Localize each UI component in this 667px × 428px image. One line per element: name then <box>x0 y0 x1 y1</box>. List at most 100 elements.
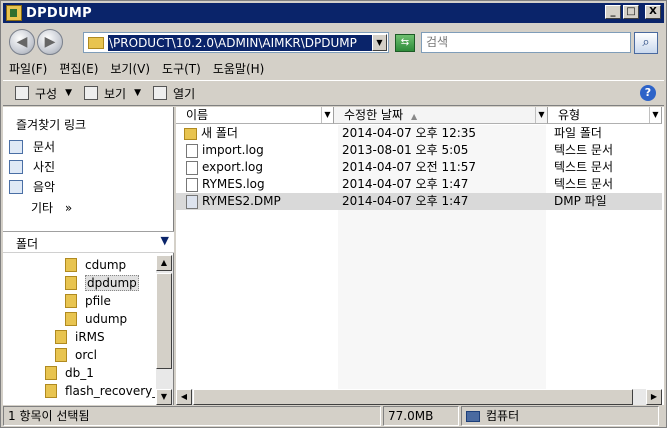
pictures-icon <box>9 159 23 174</box>
organize-label: 구성 <box>35 86 58 101</box>
file-row-selected[interactable]: RYMES2.DMP 2014-04-07 오후 1:47 DMP 파일 <box>176 193 662 210</box>
address-bar[interactable]: \PRODUCT\10.2.0\ADMIN\AIMKR\DPDUMP ▼ <box>83 32 389 53</box>
chevron-down-icon[interactable]: ▼ <box>649 107 661 123</box>
file-list-pane: 이름 ▼ 수정한 날짜 ▲ ▼ 유형 ▼ 새 폴더 2014-04-07 오후 12:3… <box>176 107 664 405</box>
folder-icon <box>65 293 77 308</box>
status-size: 77.0MB <box>383 406 459 426</box>
address-dropdown-button[interactable]: ▼ <box>372 34 387 51</box>
minimize-button[interactable]: _ <box>605 5 621 19</box>
tree-item-db1[interactable]: db_1 <box>45 364 94 381</box>
open-label: 열기 <box>173 86 196 101</box>
dmp-file-icon <box>186 194 198 209</box>
favorites-title: 즐겨찾기 링크 <box>16 118 87 132</box>
folder-icon <box>88 36 104 49</box>
file-row[interactable]: RYMES.log 2014-04-07 오후 1:47 텍스트 문서 <box>176 176 662 193</box>
chevron-down-icon[interactable]: ▼ <box>321 107 333 123</box>
menu-tools[interactable]: 도구(T) <box>156 59 207 79</box>
folder-icon <box>65 257 77 272</box>
file-row[interactable]: 새 폴더 2014-04-07 오후 12:35 파일 폴더 <box>176 125 662 142</box>
favorite-label: 사진 <box>33 160 56 174</box>
scroll-left-button[interactable]: ◀ <box>176 389 192 405</box>
tree-item-irms[interactable]: iRMS <box>55 328 105 345</box>
search-button[interactable]: ⌕ <box>634 32 658 54</box>
help-button[interactable]: ? <box>640 85 656 101</box>
explorer-window: DPDUMP _ □ X ◀ ▶ \PRODUCT\10.2.0\ADMIN\A… <box>0 0 667 428</box>
status-location: 컴퓨터 <box>486 409 520 423</box>
status-bar: 1 항목이 선택됨 77.0MB 컴퓨터 <box>3 406 664 426</box>
folder-tree: cdump dpdump pfile udump iRMS orcl db_1 … <box>3 254 155 404</box>
maximize-button[interactable]: □ <box>623 5 639 19</box>
scroll-right-button[interactable]: ▶ <box>646 389 662 405</box>
views-button[interactable]: 보기 ▼ <box>78 82 147 104</box>
folder-app-icon <box>6 5 22 21</box>
open-icon <box>153 86 168 100</box>
views-icon <box>84 86 99 100</box>
folder-icon <box>45 365 57 380</box>
window-title: DPDUMP <box>26 5 92 21</box>
column-header-type[interactable]: 유형 ▼ <box>548 107 662 124</box>
double-chevron-icon: » <box>64 201 73 215</box>
menu-edit[interactable]: 편집(E) <box>53 59 104 79</box>
file-row[interactable]: export.log 2014-04-07 오전 11:57 텍스트 문서 <box>176 159 662 176</box>
folder-icon <box>65 311 77 326</box>
scroll-down-button[interactable]: ▼ <box>156 389 172 405</box>
tree-item-orcl[interactable]: orcl <box>55 346 97 363</box>
open-button[interactable]: 열기 <box>147 82 201 104</box>
documents-icon <box>9 139 23 154</box>
scroll-thumb[interactable] <box>193 389 633 405</box>
address-path[interactable]: \PRODUCT\10.2.0\ADMIN\AIMKR\DPDUMP <box>108 34 374 51</box>
scroll-thumb[interactable] <box>156 273 172 369</box>
navigation-pane: 즐겨찾기 링크 문서 사진 음악 기타 » 폴더 ▼ cdump dpdump … <box>3 107 174 405</box>
folder-icon <box>184 127 197 140</box>
chevron-down-icon: ▼ <box>134 88 142 98</box>
chevron-down-icon: ▼ <box>160 234 169 247</box>
favorite-documents[interactable]: 문서 <box>9 138 55 155</box>
tree-item-pfile[interactable]: pfile <box>65 292 111 309</box>
close-button[interactable]: X <box>645 5 661 19</box>
favorite-label: 음악 <box>33 180 56 194</box>
file-row[interactable]: import.log 2013-08-01 오후 5:05 텍스트 문서 <box>176 142 662 159</box>
tree-item-cdump[interactable]: cdump <box>65 256 126 273</box>
menu-file[interactable]: 파일(F) <box>3 59 53 79</box>
title-bar[interactable]: DPDUMP _ □ X <box>3 3 664 23</box>
forward-button[interactable]: ▶ <box>37 29 63 55</box>
menu-view[interactable]: 보기(V) <box>104 59 156 79</box>
address-row: ◀ ▶ \PRODUCT\10.2.0\ADMIN\AIMKR\DPDUMP ▼… <box>3 24 664 58</box>
folder-icon <box>45 383 57 398</box>
organize-icon <box>15 86 29 100</box>
folders-header[interactable]: 폴더 ▼ <box>3 231 174 253</box>
folder-icon <box>65 275 77 290</box>
tree-item-udump[interactable]: udump <box>65 310 127 327</box>
favorites-more-button[interactable]: 기타 » <box>31 199 72 216</box>
tree-item-flash-recovery[interactable]: flash_recovery_a <box>45 382 155 399</box>
forward-arrow-icon: ▶ <box>44 34 56 50</box>
search-input[interactable]: 검색 <box>421 32 631 53</box>
chevron-down-icon: ▼ <box>65 88 73 98</box>
file-icon <box>186 143 198 158</box>
back-button[interactable]: ◀ <box>9 29 35 55</box>
sort-ascending-icon: ▲ <box>411 112 418 121</box>
folder-icon <box>55 329 67 344</box>
file-list-hscrollbar[interactable]: ◀ ▶ <box>176 389 662 405</box>
organize-button[interactable]: 구성 ▼ <box>9 82 78 104</box>
menu-help[interactable]: 도움말(H) <box>207 59 271 79</box>
column-header-name[interactable]: 이름 ▼ <box>176 107 334 124</box>
scroll-up-button[interactable]: ▲ <box>156 255 172 271</box>
column-header-date[interactable]: 수정한 날짜 ▲ ▼ <box>334 107 548 124</box>
refresh-icon: ⇆ <box>400 37 410 48</box>
favorite-pictures[interactable]: 사진 <box>9 158 55 175</box>
tree-item-dpdump[interactable]: dpdump <box>65 274 139 291</box>
more-label: 기타 <box>31 201 54 215</box>
back-arrow-icon: ◀ <box>16 34 28 50</box>
chevron-down-icon[interactable]: ▼ <box>535 107 547 123</box>
computer-icon <box>466 411 480 422</box>
favorite-label: 문서 <box>33 140 56 154</box>
refresh-button[interactable]: ⇆ <box>395 34 415 52</box>
command-toolbar: 구성 ▼ 보기 ▼ 열기 ? <box>3 80 664 106</box>
status-selection: 1 항목이 선택됨 <box>3 406 381 426</box>
favorite-music[interactable]: 음악 <box>9 178 55 195</box>
music-icon <box>9 179 23 194</box>
tree-scrollbar[interactable]: ▲ ▼ <box>156 255 173 405</box>
folders-title: 폴더 <box>16 237 39 251</box>
search-icon: ⌕ <box>642 35 650 50</box>
